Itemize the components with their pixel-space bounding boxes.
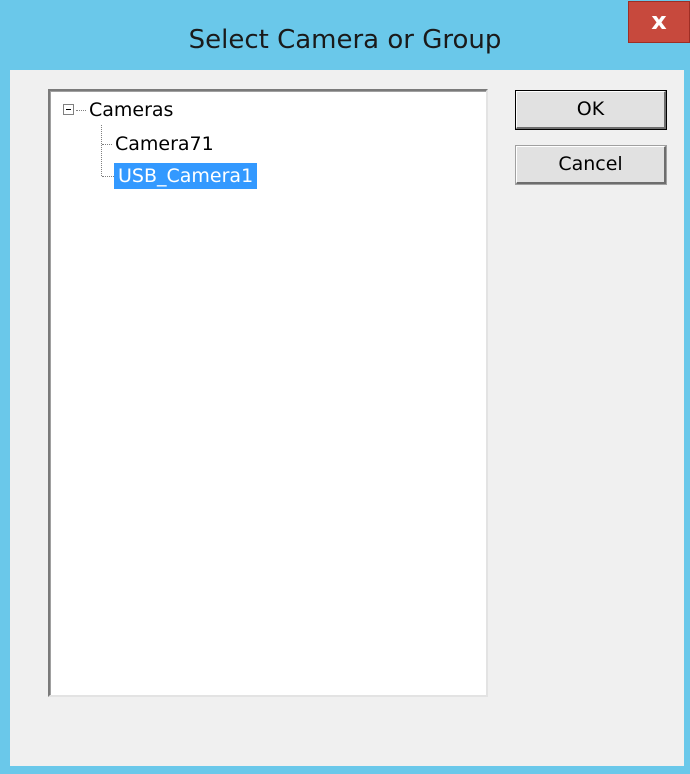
camera-tree-view[interactable]: Cameras Camera71 USB_Camera1: [48, 89, 488, 697]
close-icon: x: [651, 7, 667, 35]
window-title: Select Camera or Group: [188, 25, 502, 55]
close-button[interactable]: x: [628, 1, 690, 43]
tree-node-cameras[interactable]: Cameras: [89, 99, 173, 121]
tree-connector: [102, 144, 112, 145]
dialog-window: Select Camera or Group x Cameras Camera7…: [0, 0, 690, 774]
tree-connector: [102, 176, 114, 177]
tree-content: Cameras Camera71 USB_Camera1: [50, 91, 486, 695]
title-bar[interactable]: Select Camera or Group x: [0, 0, 690, 72]
tree-connector: [101, 125, 102, 176]
tree-node-camera71[interactable]: Camera71: [115, 133, 214, 155]
ok-button[interactable]: OK: [515, 90, 667, 130]
cancel-button[interactable]: Cancel: [515, 145, 667, 185]
minus-box-icon[interactable]: [63, 104, 74, 115]
dialog-client-area: Cameras Camera71 USB_Camera1 OK Cancel: [10, 70, 684, 766]
tree-connector: [76, 110, 86, 111]
tree-node-usb-camera1[interactable]: USB_Camera1: [114, 163, 258, 189]
